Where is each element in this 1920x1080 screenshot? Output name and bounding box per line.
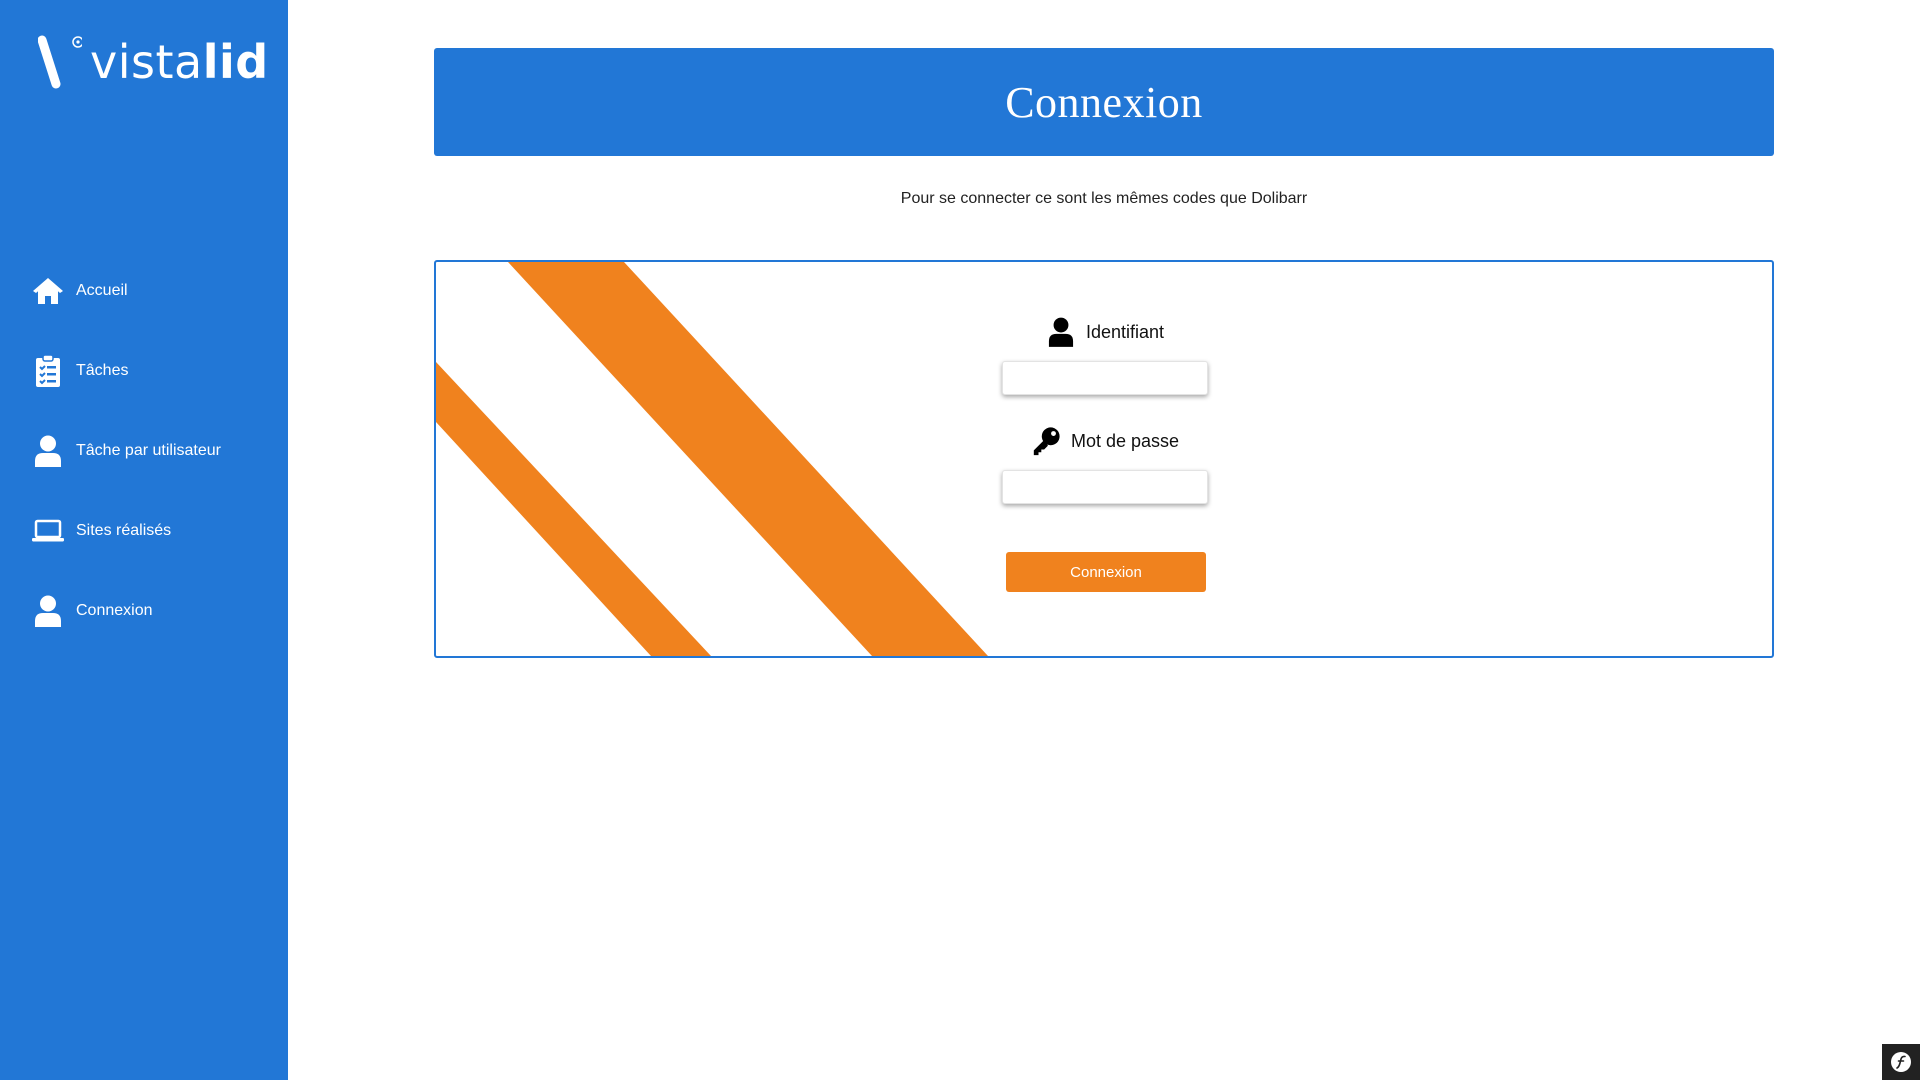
- sidebar-item-connexion[interactable]: Connexion: [0, 585, 288, 637]
- page-header: Connexion: [434, 48, 1774, 156]
- username-input[interactable]: [1002, 361, 1208, 395]
- logo-text-light: vista: [90, 35, 203, 89]
- sidebar-item-accueil[interactable]: Accueil: [0, 265, 288, 317]
- user-icon: [32, 434, 64, 468]
- password-label: Mot de passe: [1002, 424, 1208, 458]
- login-card: Identifiant Mot de passe Connexion: [434, 260, 1774, 658]
- login-submit-button[interactable]: Connexion: [1006, 552, 1206, 592]
- sidebar-item-label: Tâches: [76, 362, 129, 379]
- debug-toolbar-toggle[interactable]: [1882, 1044, 1920, 1080]
- sidebar-item-label: Accueil: [76, 282, 128, 299]
- page-title: Connexion: [1005, 77, 1203, 127]
- user-icon: [32, 594, 64, 628]
- logo-text-bold: lid: [202, 35, 269, 89]
- sidebar-item-label: Connexion: [76, 602, 153, 619]
- password-label-text: Mot de passe: [1070, 430, 1180, 451]
- logo-mark-icon: [38, 35, 82, 89]
- sidebar-item-label: Tâche par utilisateur: [76, 442, 221, 459]
- logo-text: vistalid: [90, 34, 269, 90]
- sidebar-item-tache-par-utilisateur[interactable]: Tâche par utilisateur: [0, 425, 288, 477]
- logo[interactable]: vistalid: [38, 34, 268, 94]
- sidebar-item-sites-realises[interactable]: Sites réalisés: [0, 505, 288, 557]
- login-hint-text: Pour se connecter ce sont les mêmes code…: [900, 190, 1308, 207]
- key-icon: [1031, 426, 1061, 456]
- password-input[interactable]: [1002, 470, 1208, 504]
- laptop-icon: [32, 514, 64, 548]
- sidebar: vistalid Accueil Tâches Tâche par utilis…: [0, 0, 288, 1080]
- sidebar-item-taches[interactable]: Tâches: [0, 345, 288, 397]
- sidebar-item-label: Sites réalisés: [76, 522, 172, 539]
- symfony-icon: [1891, 1052, 1911, 1072]
- clipboard-list-icon: [32, 354, 64, 388]
- username-label: Identifiant: [1002, 316, 1208, 348]
- username-label-text: Identifiant: [1085, 321, 1165, 342]
- user-icon: [1046, 317, 1076, 347]
- home-icon: [32, 274, 64, 308]
